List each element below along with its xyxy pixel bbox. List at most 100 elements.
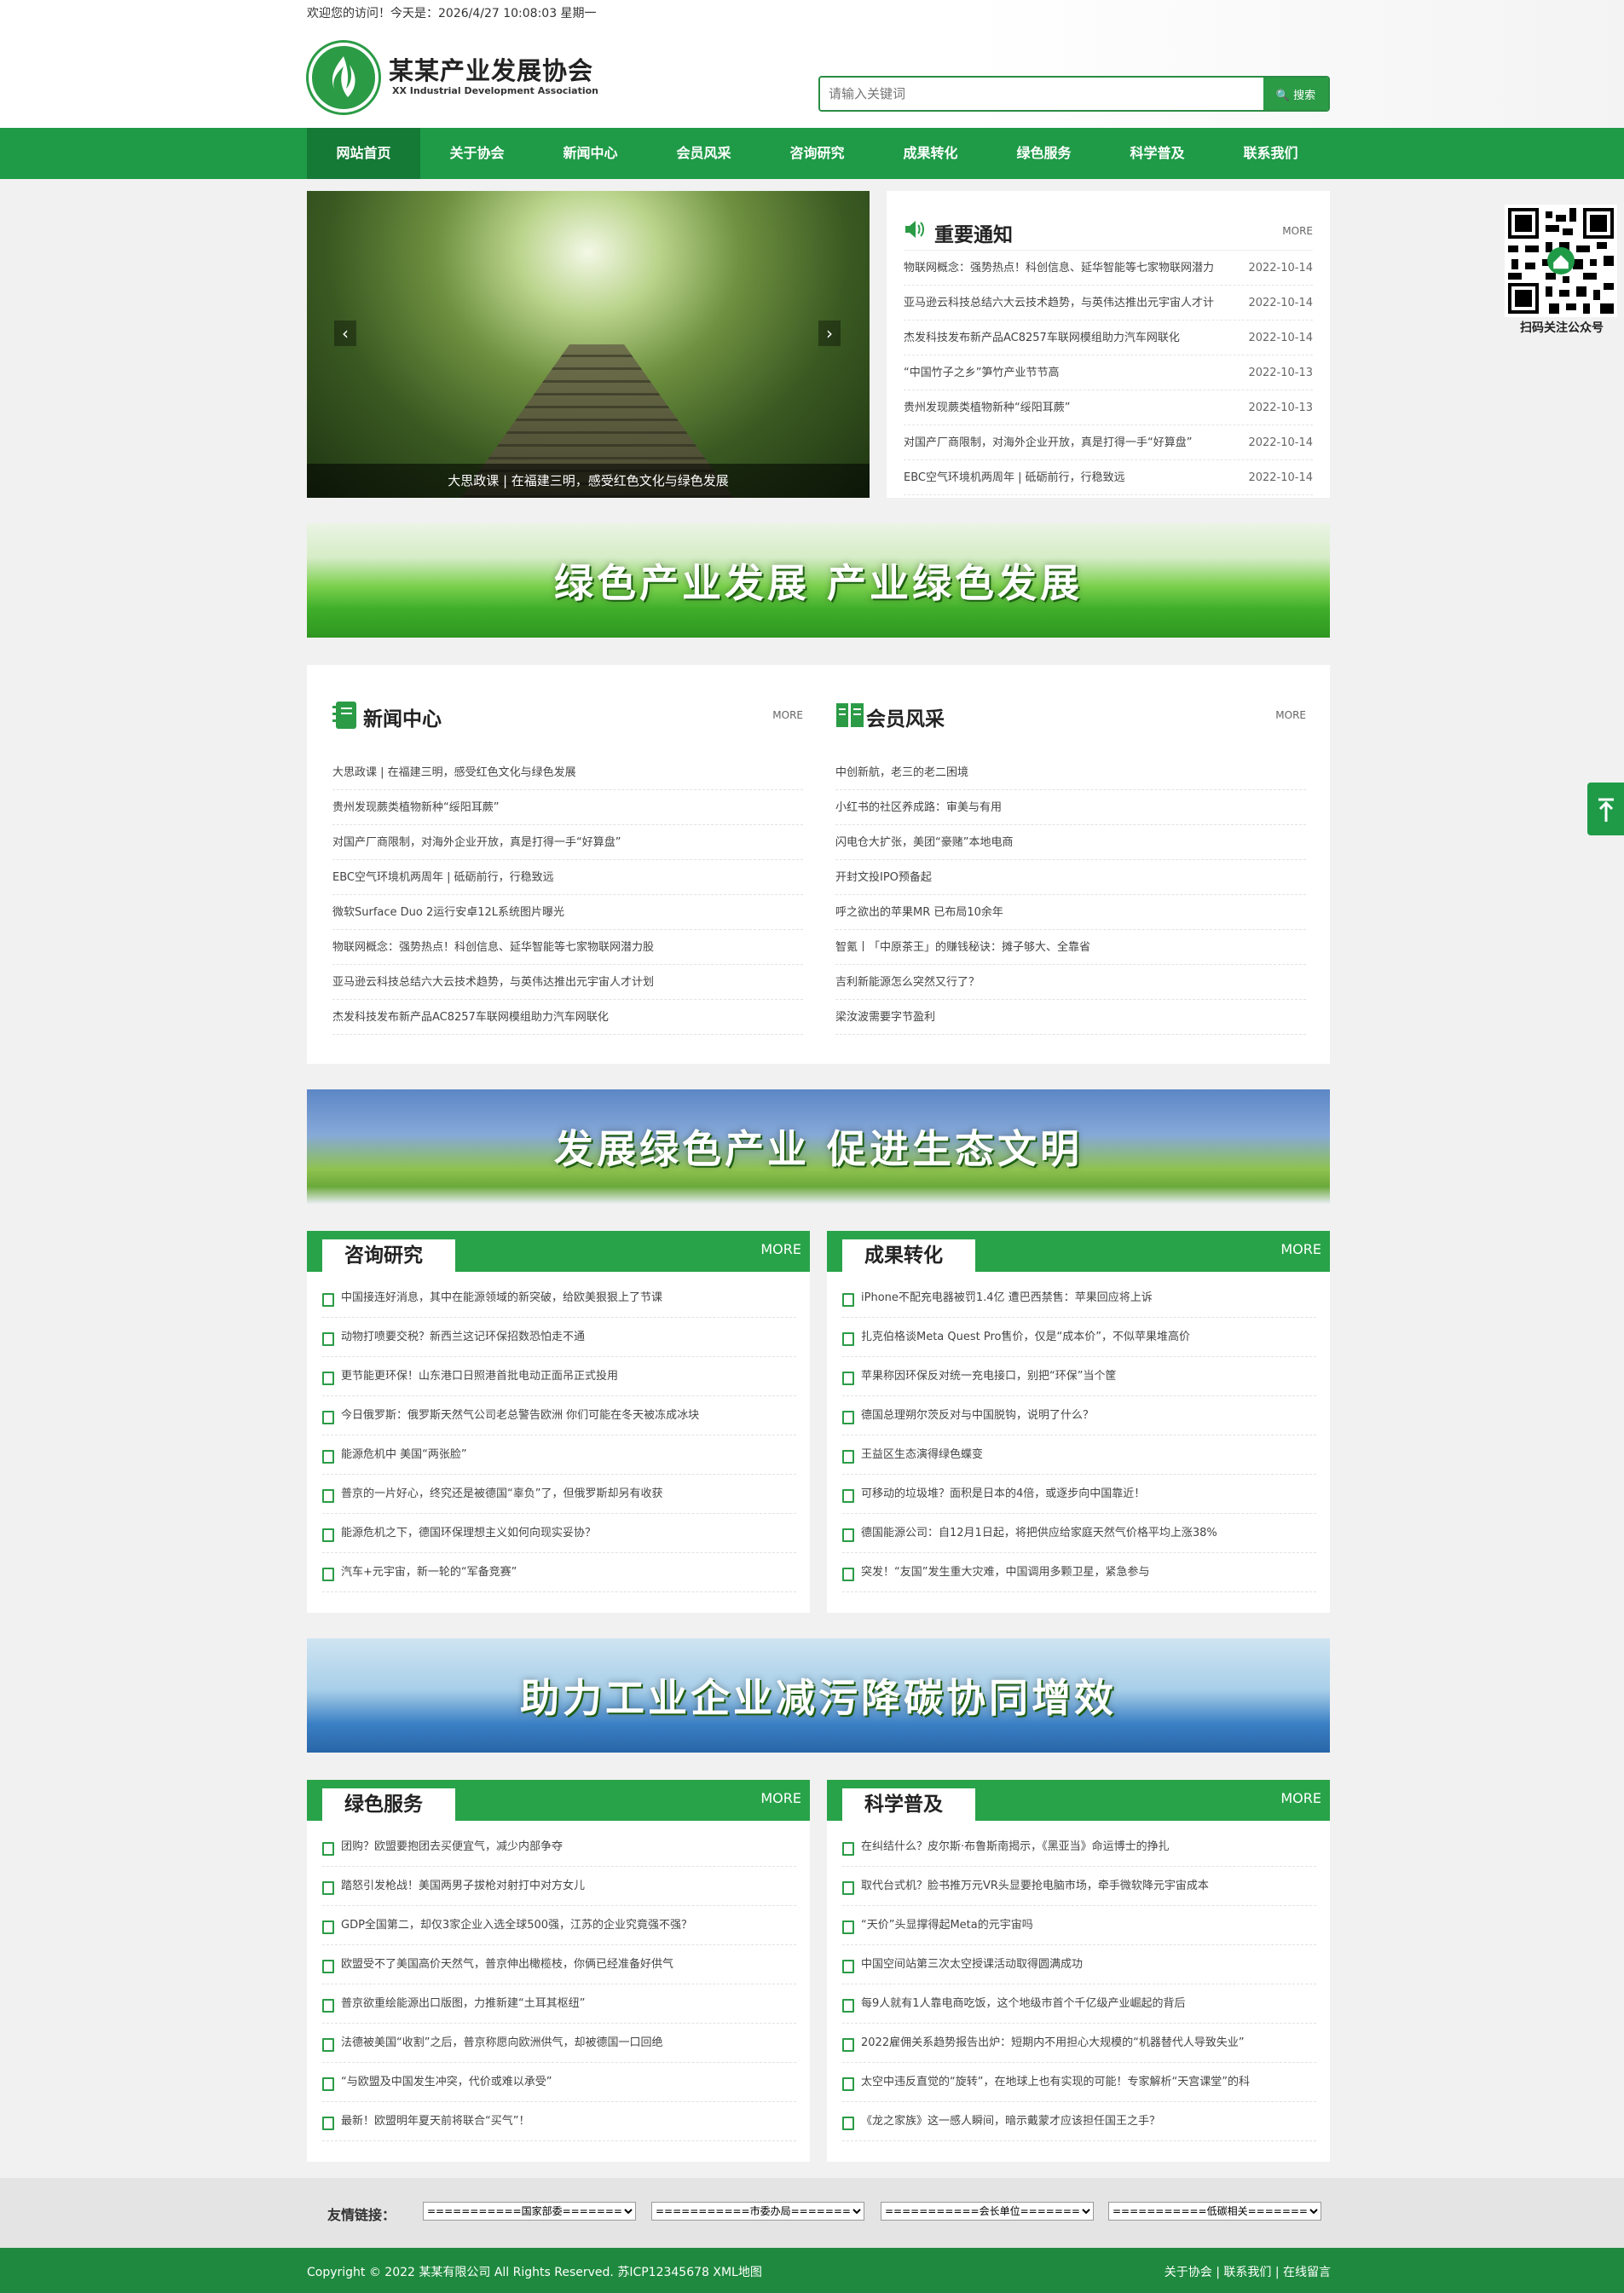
list-item[interactable]: 取代台式机？脸书推万元VR头显要抢电脑市场，牵手微软降元宇宙成本 <box>842 1867 1316 1906</box>
list-item[interactable]: 中国空间站第三次太空授课活动取得圆满成功 <box>842 1945 1316 1984</box>
results-more-link[interactable]: MORE <box>1280 1241 1321 1257</box>
nav-results[interactable]: 成果转化 <box>874 128 987 179</box>
science-more-link[interactable]: MORE <box>1280 1790 1321 1806</box>
list-item[interactable]: 团购？欧盟要抱团去买便宜气，减少内部争夺 <box>322 1828 796 1867</box>
list-item[interactable]: 踏怒引发枪战！美国两男子拔枪对射打中对方女儿 <box>322 1867 796 1906</box>
list-item[interactable]: 开封文投IPO预备起 <box>835 860 1306 895</box>
list-item[interactable]: 更节能更环保！山东港口日照港首批电动正面吊正式投用 <box>322 1357 796 1396</box>
friend-link-select-ministry[interactable]: ===========国家部委=========== <box>423 2202 636 2221</box>
back-to-top-button[interactable] <box>1587 783 1624 835</box>
list-item[interactable]: 动物打喷要交税？新西兰这记环保招数恐怕走不通 <box>322 1318 796 1357</box>
banner-carbon[interactable]: 助力工业企业减污降碳协同增效 <box>307 1638 1330 1753</box>
list-item[interactable]: 贵州发现蕨类植物新种“绥阳耳蕨” 2022-10-13 <box>904 390 1313 425</box>
nav-green[interactable]: 绿色服务 <box>987 128 1101 179</box>
list-item[interactable]: 德国能源公司：自12月1日起，将把供应给家庭天然气价格平均上涨38% <box>842 1514 1316 1553</box>
book-icon <box>836 703 864 727</box>
flame-logo-icon <box>332 56 355 97</box>
nav-home[interactable]: 网站首页 <box>307 128 420 179</box>
nav-contact[interactable]: 联系我们 <box>1214 128 1327 179</box>
list-item[interactable]: iPhone不配充电器被罚1.4亿 遭巴西禁售：苹果回应将上诉 <box>842 1279 1316 1318</box>
list-item[interactable]: 中创新航，老三的老二困境 <box>835 755 1306 790</box>
list-item[interactable]: 大思政课 | 在福建三明，感受红色文化与绿色发展 <box>332 755 803 790</box>
list-item[interactable]: 每9人就有1人靠电商吃饭，这个地级市首个千亿级产业崛起的背后 <box>842 1984 1316 2024</box>
qr-code-icon <box>1508 208 1614 314</box>
list-item[interactable]: 普京欲重绘能源出口版图，力推新建“土耳其枢纽” <box>322 1984 796 2024</box>
list-item[interactable]: 智氪丨「中原茶王」的赚钱秘诀：摊子够大、全靠省 <box>835 930 1306 965</box>
list-item[interactable]: 可移动的垃圾堆？面积是日本的4倍，或逐步向中国靠近！ <box>842 1475 1316 1514</box>
news-more-link[interactable]: MORE <box>772 709 803 721</box>
list-item[interactable]: EBC空气环境机两周年 | 砥砺前行，行稳致远 <box>332 860 803 895</box>
friend-link-select-city[interactable]: ===========市委办局=========== <box>651 2202 864 2221</box>
list-item[interactable]: 对国产厂商限制，对海外企业开放，真是打得一手“好算盘” 2022-10-14 <box>904 425 1313 460</box>
science-title: 科学普及 <box>842 1788 975 1821</box>
list-item[interactable]: 德国总理朔尔茨反对与中国脱钩，说明了什么？ <box>842 1396 1316 1435</box>
nav-consult[interactable]: 咨询研究 <box>760 128 874 179</box>
list-item[interactable]: 小红书的社区养成路：审美与有用 <box>835 790 1306 825</box>
list-item[interactable]: EBC空气环境机两周年 | 砥砺前行，行稳致远 2022-10-14 <box>904 460 1313 495</box>
list-item[interactable]: 苹果称因环保反对统一充电接口，别把“环保”当个筐 <box>842 1357 1316 1396</box>
list-item[interactable]: 梁汝波需要字节盈利 <box>835 1000 1306 1035</box>
friend-link-select-president[interactable]: ===========会长单位=========== <box>881 2202 1094 2221</box>
list-item[interactable]: 能源危机中 美国“两张脸” <box>322 1435 796 1475</box>
slider-caption[interactable]: 大思政课 | 在福建三明，感受红色文化与绿色发展 <box>307 464 870 498</box>
site-logo[interactable] <box>309 43 379 113</box>
nav-science[interactable]: 科学普及 <box>1101 128 1214 179</box>
list-item[interactable]: 今日俄罗斯：俄罗斯天然气公司老总警告欧洲 你们可能在冬天被冻成冰块 <box>322 1396 796 1435</box>
list-item[interactable]: GDP全国第二，却仅3家企业入选全球500强，江苏的企业究竟强不强？ <box>322 1906 796 1945</box>
list-item[interactable]: 能源危机之下，德国环保理想主义如何向现实妥协？ <box>322 1514 796 1553</box>
list-item[interactable]: 扎克伯格谈Meta Quest Pro售价，仅是“成本价”，不似苹果堆高价 <box>842 1318 1316 1357</box>
notice-list: 物联网概念：强势热点！科创信息、延华智能等七家物联网潜力 2022-10-14 亚… <box>904 251 1313 495</box>
search-input[interactable] <box>820 78 1263 110</box>
list-item[interactable]: 在纠结什么？皮尔斯·布鲁斯南揭示，《黑亚当》命运博士的挣扎 <box>842 1828 1316 1867</box>
list-item[interactable]: 呼之欲出的苹果MR 已布局10余年 <box>835 895 1306 930</box>
list-item[interactable]: 中国接连好消息，其中在能源领域的新突破，给欧美狠狠上了节课 <box>322 1279 796 1318</box>
list-item[interactable]: 最新！欧盟明年夏天前将联合“买气”！ <box>322 2102 796 2141</box>
list-item[interactable]: 吉利新能源怎么突然又行了？ <box>835 965 1306 1000</box>
notice-more-link[interactable]: MORE <box>1282 225 1313 237</box>
green-more-link[interactable]: MORE <box>760 1790 801 1806</box>
list-item[interactable]: “与欧盟及中国发生冲突，代价或难以承受” <box>322 2063 796 2102</box>
image-slider[interactable]: ‹ › 大思政课 | 在福建三明，感受红色文化与绿色发展 <box>307 191 870 498</box>
qr-caption: 扫码关注公众号 <box>1520 321 1604 335</box>
members-more-link[interactable]: MORE <box>1275 709 1306 721</box>
nav-members[interactable]: 会员风采 <box>647 128 760 179</box>
banner-green-industry[interactable]: 绿色产业发展 产业绿色发展 <box>307 523 1330 638</box>
nav-news[interactable]: 新闻中心 <box>534 128 647 179</box>
notice-item-text: “中国竹子之乡”笋竹产业节节高 <box>904 367 1060 379</box>
green-header: 绿色服务 MORE <box>307 1780 810 1821</box>
list-item[interactable]: 2022雇佣关系趋势报告出炉：短期内不用担心大规模的“机器替代人导致失业” <box>842 2024 1316 2063</box>
search-box: 🔍 搜索 <box>818 76 1330 112</box>
list-item[interactable]: 对国产厂商限制，对海外企业开放，真是打得一手“好算盘” <box>332 825 803 860</box>
list-item[interactable]: 突发！“友国”发生重大灾难，中国调用多颗卫星，紧急参与 <box>842 1553 1316 1592</box>
results-header: 成果转化 MORE <box>827 1231 1330 1272</box>
list-item[interactable]: 闪电仓大扩张，美团“豪赌”本地电商 <box>835 825 1306 860</box>
list-item[interactable]: “中国竹子之乡”笋竹产业节节高 2022-10-13 <box>904 355 1313 390</box>
friend-link-select-lowcarbon[interactable]: ===========低碳相关=========== <box>1108 2202 1321 2221</box>
list-item[interactable]: 贵州发现蕨类植物新种“绥阳耳蕨” <box>332 790 803 825</box>
speaker-icon <box>905 221 924 238</box>
banner-text: 绿色产业发展 产业绿色发展 <box>553 560 1083 606</box>
slider-prev-icon[interactable]: ‹ <box>334 321 356 346</box>
news-title: 新闻中心 <box>363 708 442 731</box>
list-item[interactable]: 法德被美国“收割”之后，普京称愿向欧洲供气，却被德国一口回绝 <box>322 2024 796 2063</box>
list-item[interactable]: 杰发科技发布新产品AC8257车联网模组助力汽车网联化 2022-10-14 <box>904 321 1313 355</box>
list-item[interactable]: “天价”头显撑得起Meta的元宇宙吗 <box>842 1906 1316 1945</box>
list-item[interactable]: 物联网概念：强势热点！科创信息、延华智能等七家物联网潜力 2022-10-14 <box>904 251 1313 286</box>
list-item[interactable]: 《龙之家族》这一感人瞬间，暗示戴蒙才应该担任国王之手？ <box>842 2102 1316 2141</box>
slider-next-icon[interactable]: › <box>818 321 841 346</box>
list-item[interactable]: 亚马逊云科技总结六大云技术趋势，与英伟达推出元宇宙人才计 2022-10-14 <box>904 286 1313 321</box>
nav-about[interactable]: 关于协会 <box>420 128 534 179</box>
search-button[interactable]: 🔍 搜索 <box>1263 78 1328 110</box>
list-item[interactable]: 微软Surface Duo 2运行安卓12L系统图片曝光 <box>332 895 803 930</box>
list-item[interactable]: 普京的一片好心，终究还是被德国“辜负”了，但俄罗斯却另有收获 <box>322 1475 796 1514</box>
consult-more-link[interactable]: MORE <box>760 1241 801 1257</box>
list-item[interactable]: 亚马逊云科技总结六大云技术趋势，与英伟达推出元宇宙人才计划 <box>332 965 803 1000</box>
list-item[interactable]: 物联网概念：强势热点！科创信息、延华智能等七家物联网潜力股 <box>332 930 803 965</box>
list-item[interactable]: 汽车+元宇宙，新一轮的“军备竞赛” <box>322 1553 796 1592</box>
list-item[interactable]: 太空中违反直觉的“旋转”，在地球上也有实现的可能！专家解析“天宫课堂”的科 <box>842 2063 1316 2102</box>
list-item[interactable]: 欧盟受不了美国高价天然气，普京伸出橄榄枝，你俩已经准备好供气 <box>322 1945 796 1984</box>
list-item[interactable]: 杰发科技发布新产品AC8257车联网模组助力汽车网联化 <box>332 1000 803 1035</box>
banner-ecology[interactable]: 发展绿色产业 促进生态文明 <box>307 1089 1330 1204</box>
footer-links[interactable]: 关于协会 | 联系我们 | 在线留言 <box>1165 2263 1331 2280</box>
list-item[interactable]: 王益区生态演得绿色蝶变 <box>842 1435 1316 1475</box>
